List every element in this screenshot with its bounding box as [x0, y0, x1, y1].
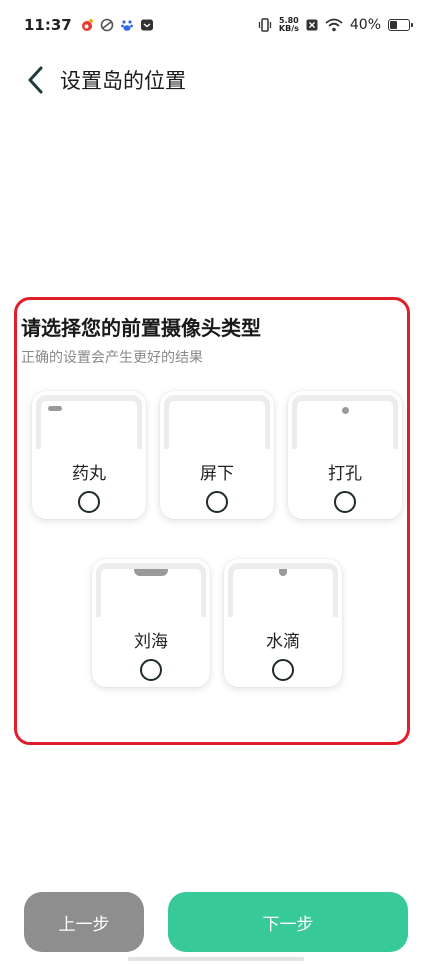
baidu-app-icon: [120, 20, 133, 31]
wifi-icon: [325, 18, 343, 32]
panel-title: 请选择您的前置摄像头类型: [21, 316, 261, 340]
header: 设置岛的位置: [0, 58, 432, 102]
weibo-app-icon: [81, 19, 93, 31]
network-speed-unit: KB/s: [278, 24, 299, 33]
panel-subtitle: 正确的设置会产生更好的结果: [21, 350, 203, 366]
option-label: 刘海: [134, 632, 168, 652]
option-label: 水滴: [266, 632, 300, 652]
option-card-pill[interactable]: 药丸: [32, 391, 146, 519]
battery-fill: [390, 21, 398, 29]
battery-icon: [388, 19, 413, 31]
network-speed: 5.80 KB/s: [279, 17, 299, 33]
vibrate-icon: [258, 18, 272, 32]
radio-button[interactable]: [272, 659, 294, 681]
status-time: 11:37: [24, 16, 72, 34]
pill-camera-icon: [48, 406, 62, 411]
home-indicator[interactable]: [128, 957, 304, 961]
option-card-notch[interactable]: 刘海: [92, 559, 210, 687]
phone-preview: [292, 395, 398, 449]
message-app-icon: [140, 19, 153, 31]
chevron-left-icon: [28, 66, 43, 94]
battery-percent: 40%: [349, 17, 381, 33]
phone-preview: [36, 395, 142, 449]
option-card-under-display[interactable]: 屏下: [160, 391, 274, 519]
phone-preview: [228, 563, 338, 617]
punch-hole-camera-icon: [341, 407, 349, 414]
phone-preview: [96, 563, 206, 617]
previous-step-button[interactable]: 上一步: [24, 892, 144, 952]
waterdrop-camera-icon: [279, 569, 287, 576]
notch-camera-icon: [134, 569, 168, 576]
option-label: 屏下: [200, 464, 234, 484]
option-card-punch-hole[interactable]: 打孔: [288, 391, 402, 519]
radio-button[interactable]: [140, 659, 162, 681]
no-sim-icon: [306, 19, 318, 31]
status-bar: 11:37 5.80 KB/s 40%: [0, 0, 432, 50]
option-label: 药丸: [72, 464, 106, 484]
radio-button[interactable]: [206, 491, 228, 513]
next-step-button[interactable]: 下一步: [168, 892, 408, 952]
phone-preview: [164, 395, 270, 449]
page-title: 设置岛的位置: [60, 69, 186, 93]
browser-app-icon: [100, 18, 114, 32]
option-label: 打孔: [328, 464, 362, 484]
camera-type-panel: 请选择您的前置摄像头类型 正确的设置会产生更好的结果 药丸 屏下 打孔 刘海 水…: [14, 297, 410, 745]
status-right: 5.80 KB/s 40%: [258, 17, 413, 33]
status-left: 11:37: [24, 16, 154, 34]
option-card-waterdrop[interactable]: 水滴: [224, 559, 342, 687]
radio-button[interactable]: [334, 491, 356, 513]
radio-button[interactable]: [78, 491, 100, 513]
back-button[interactable]: [14, 58, 58, 102]
